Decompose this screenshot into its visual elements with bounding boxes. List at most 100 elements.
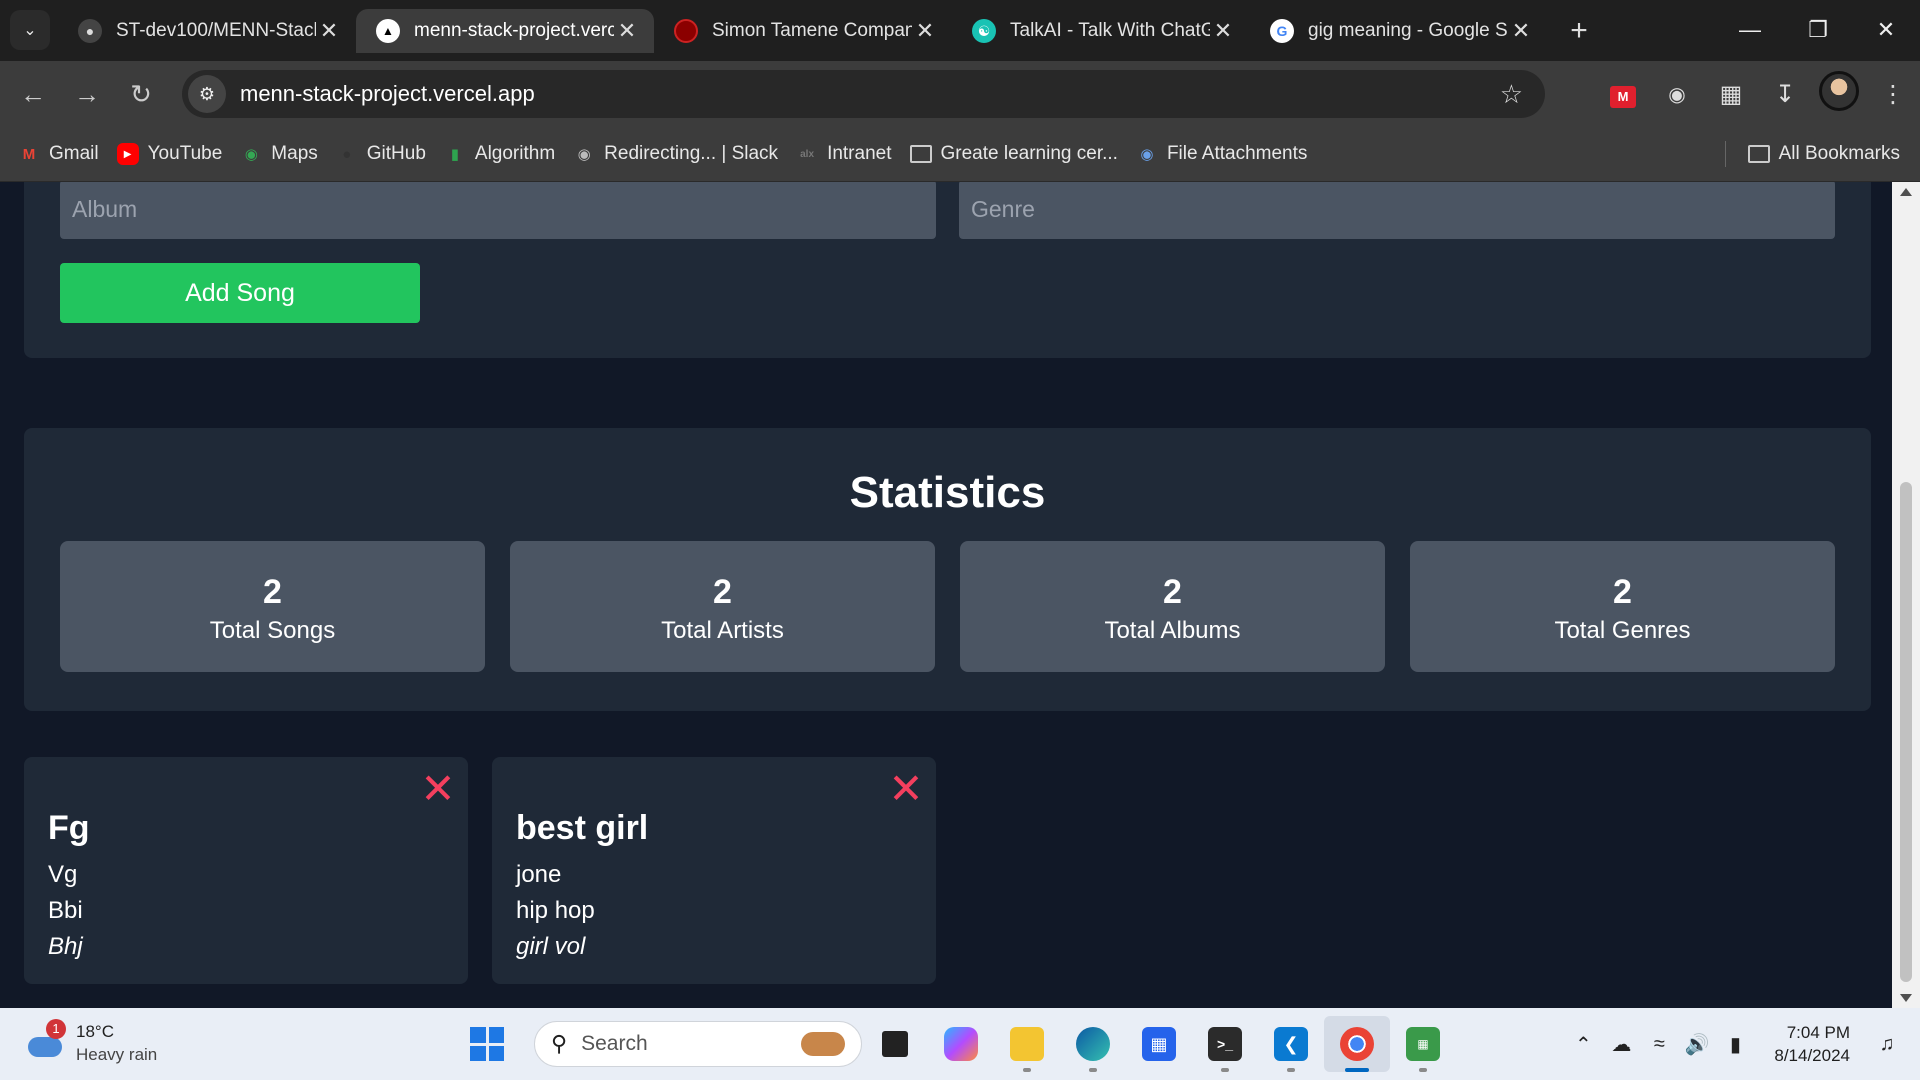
gmail-icon: M [22, 145, 36, 163]
address-bar[interactable]: ⚙ menn-stack-project.vercel.app ☆ [182, 70, 1545, 118]
taskbar-search[interactable]: ⚲ Search [534, 1021, 862, 1067]
reload-icon[interactable]: ↻ [114, 79, 168, 110]
bookmarks-bar: M Gmail ▶ YouTube ◉ Maps ● GitHub ▮ Algo… [0, 127, 1920, 182]
bookmark-label: Gmail [49, 143, 99, 164]
url-text[interactable]: menn-stack-project.vercel.app [240, 81, 1500, 107]
start-button-icon[interactable] [470, 1027, 504, 1061]
site-settings-icon[interactable]: ⚙ [188, 75, 226, 113]
youtube-icon: ▶ [116, 143, 139, 165]
song-artist: jone [516, 861, 562, 888]
extension-red-icon[interactable]: M [1596, 80, 1650, 108]
minimize-icon[interactable]: — [1716, 0, 1784, 60]
bookmark-slack[interactable]: ◉ Redirecting... | Slack [573, 143, 778, 165]
all-bookmarks-button[interactable]: All Bookmarks [1747, 143, 1900, 165]
close-icon[interactable]: ✕ [1508, 18, 1534, 44]
close-window-icon[interactable]: ✕ [1852, 0, 1920, 60]
tab-simon-tamene[interactable]: Simon Tamene Company ✕ [654, 9, 952, 53]
bookmark-github[interactable]: ● GitHub [336, 143, 426, 165]
bookmark-intranet[interactable]: alx Intranet [796, 143, 891, 165]
file-explorer-icon[interactable] [994, 1016, 1060, 1072]
bookmark-youtube[interactable]: ▶ YouTube [116, 143, 222, 165]
bookmark-label: File Attachments [1166, 143, 1308, 164]
song-title: best girl [516, 809, 649, 847]
onedrive-icon[interactable]: ☁ [1602, 1032, 1640, 1057]
tab-github[interactable]: ● ST-dev100/MENN-Stack- ✕ [58, 9, 356, 53]
restore-icon[interactable]: ❐ [1784, 0, 1852, 60]
forward-icon[interactable]: → [60, 79, 114, 110]
github-icon: ● [342, 145, 352, 163]
bookmark-label: Intranet [827, 143, 892, 164]
clock[interactable]: 7:04 PM 8/14/2024 [1774, 1021, 1850, 1067]
statistics-card: Statistics 2 Total Songs 2 Total Artists… [24, 428, 1871, 711]
windows-taskbar: 1 18°C Heavy rain ⚲ Search ▦ >_ ❮ ▦ ⌃ ☁ … [0, 1008, 1920, 1080]
tab-search-button[interactable]: ⌄ [10, 10, 50, 50]
maps-icon: ◉ [244, 146, 258, 163]
notification-bell-icon[interactable]: ♫ [1868, 1033, 1906, 1056]
all-bookmarks-label: All Bookmarks [1778, 143, 1900, 164]
notification-badge: 1 [46, 1019, 66, 1039]
tab-title: gig meaning - Google Se [1308, 20, 1508, 41]
weather-widget[interactable]: 1 18°C Heavy rain [26, 1019, 157, 1066]
clock-time: 7:04 PM [1786, 1023, 1850, 1042]
bookmark-label: GitHub [366, 143, 426, 164]
stat-total-songs: 2 Total Songs [60, 541, 485, 672]
search-placeholder: Search [581, 1032, 648, 1055]
song-title: Fg [48, 809, 90, 847]
tab-vercel[interactable]: ▲ menn-stack-project.verce ✕ [356, 9, 654, 53]
store-icon[interactable]: ▦ [1126, 1016, 1192, 1072]
copilot-icon[interactable] [928, 1016, 994, 1072]
close-icon[interactable]: ✕ [614, 18, 640, 44]
bookmark-folder-learning[interactable]: Greate learning cer... [909, 143, 1118, 165]
song-card: ✕ Fg Vg Bbi Bhj [24, 757, 468, 984]
globe-icon: ◉ [1140, 146, 1154, 163]
back-icon[interactable]: ← [6, 79, 60, 110]
song-card: ✕ best girl jone hip hop girl vol [492, 757, 936, 984]
bookmark-gmail[interactable]: M Gmail [18, 143, 99, 165]
tab-talkai[interactable]: ☯ TalkAI - Talk With ChatGP ✕ [952, 9, 1250, 53]
close-icon[interactable]: ✕ [1210, 18, 1236, 44]
new-tab-button[interactable]: + [1562, 14, 1596, 48]
task-view-icon[interactable] [862, 1016, 928, 1072]
scroll-down-arrow-icon[interactable] [1900, 994, 1912, 1002]
menu-kebab-icon[interactable]: ⋮ [1866, 80, 1920, 109]
delete-song-icon[interactable]: ✕ [420, 768, 456, 810]
album-input[interactable] [60, 182, 936, 239]
bookmark-label: Maps [271, 143, 318, 164]
volume-icon[interactable]: 🔊 [1678, 1032, 1716, 1057]
rain-cloud-icon: 1 [26, 1019, 66, 1063]
folder-icon [1747, 145, 1770, 163]
delete-song-icon[interactable]: ✕ [888, 768, 924, 810]
bookmark-algorithm[interactable]: ▮ Algorithm [444, 143, 555, 165]
search-highlight-icon [801, 1032, 845, 1056]
edge-icon[interactable] [1060, 1016, 1126, 1072]
add-song-button[interactable]: Add Song [60, 263, 420, 323]
tab-title: menn-stack-project.verce [414, 20, 614, 41]
stat-label: Total Artists [661, 617, 784, 644]
profile-avatar[interactable] [1812, 70, 1866, 118]
download-icon[interactable]: ↧ [1758, 80, 1812, 109]
bookmark-star-icon[interactable]: ☆ [1500, 79, 1523, 110]
battery-icon[interactable]: ▮ [1716, 1032, 1754, 1057]
vscode-icon[interactable]: ❮ [1258, 1016, 1324, 1072]
chevron-up-icon[interactable]: ⌃ [1564, 1032, 1602, 1057]
scroll-up-arrow-icon[interactable] [1900, 188, 1912, 196]
tab-google[interactable]: G gig meaning - Google Se ✕ [1250, 9, 1548, 53]
extension-glasses-icon[interactable]: ◉ [1650, 82, 1704, 107]
page-content: Add Song Statistics 2 Total Songs 2 Tota… [0, 182, 1892, 1008]
scrollbar-thumb[interactable] [1900, 482, 1912, 982]
bookmark-file-attachments[interactable]: ◉ File Attachments [1136, 143, 1307, 165]
stat-value: 2 [713, 573, 732, 611]
bookmark-maps[interactable]: ◉ Maps [240, 143, 318, 165]
close-icon[interactable]: ✕ [912, 18, 938, 44]
app-green-icon[interactable]: ▦ [1390, 1016, 1456, 1072]
terminal-icon[interactable]: >_ [1192, 1016, 1258, 1072]
chrome-icon[interactable] [1324, 1016, 1390, 1072]
close-icon[interactable]: ✕ [316, 18, 342, 44]
page-scrollbar[interactable] [1892, 182, 1920, 1008]
divider [1724, 141, 1726, 167]
tab-strip: ⌄ ● ST-dev100/MENN-Stack- ✕ ▲ menn-stack… [0, 0, 1920, 61]
wifi-icon[interactable]: ≈ [1640, 1033, 1678, 1056]
extensions-puzzle-icon[interactable]: ▦ [1704, 80, 1758, 109]
genre-input[interactable] [959, 182, 1835, 239]
bookmark-label: Algorithm [474, 143, 556, 164]
